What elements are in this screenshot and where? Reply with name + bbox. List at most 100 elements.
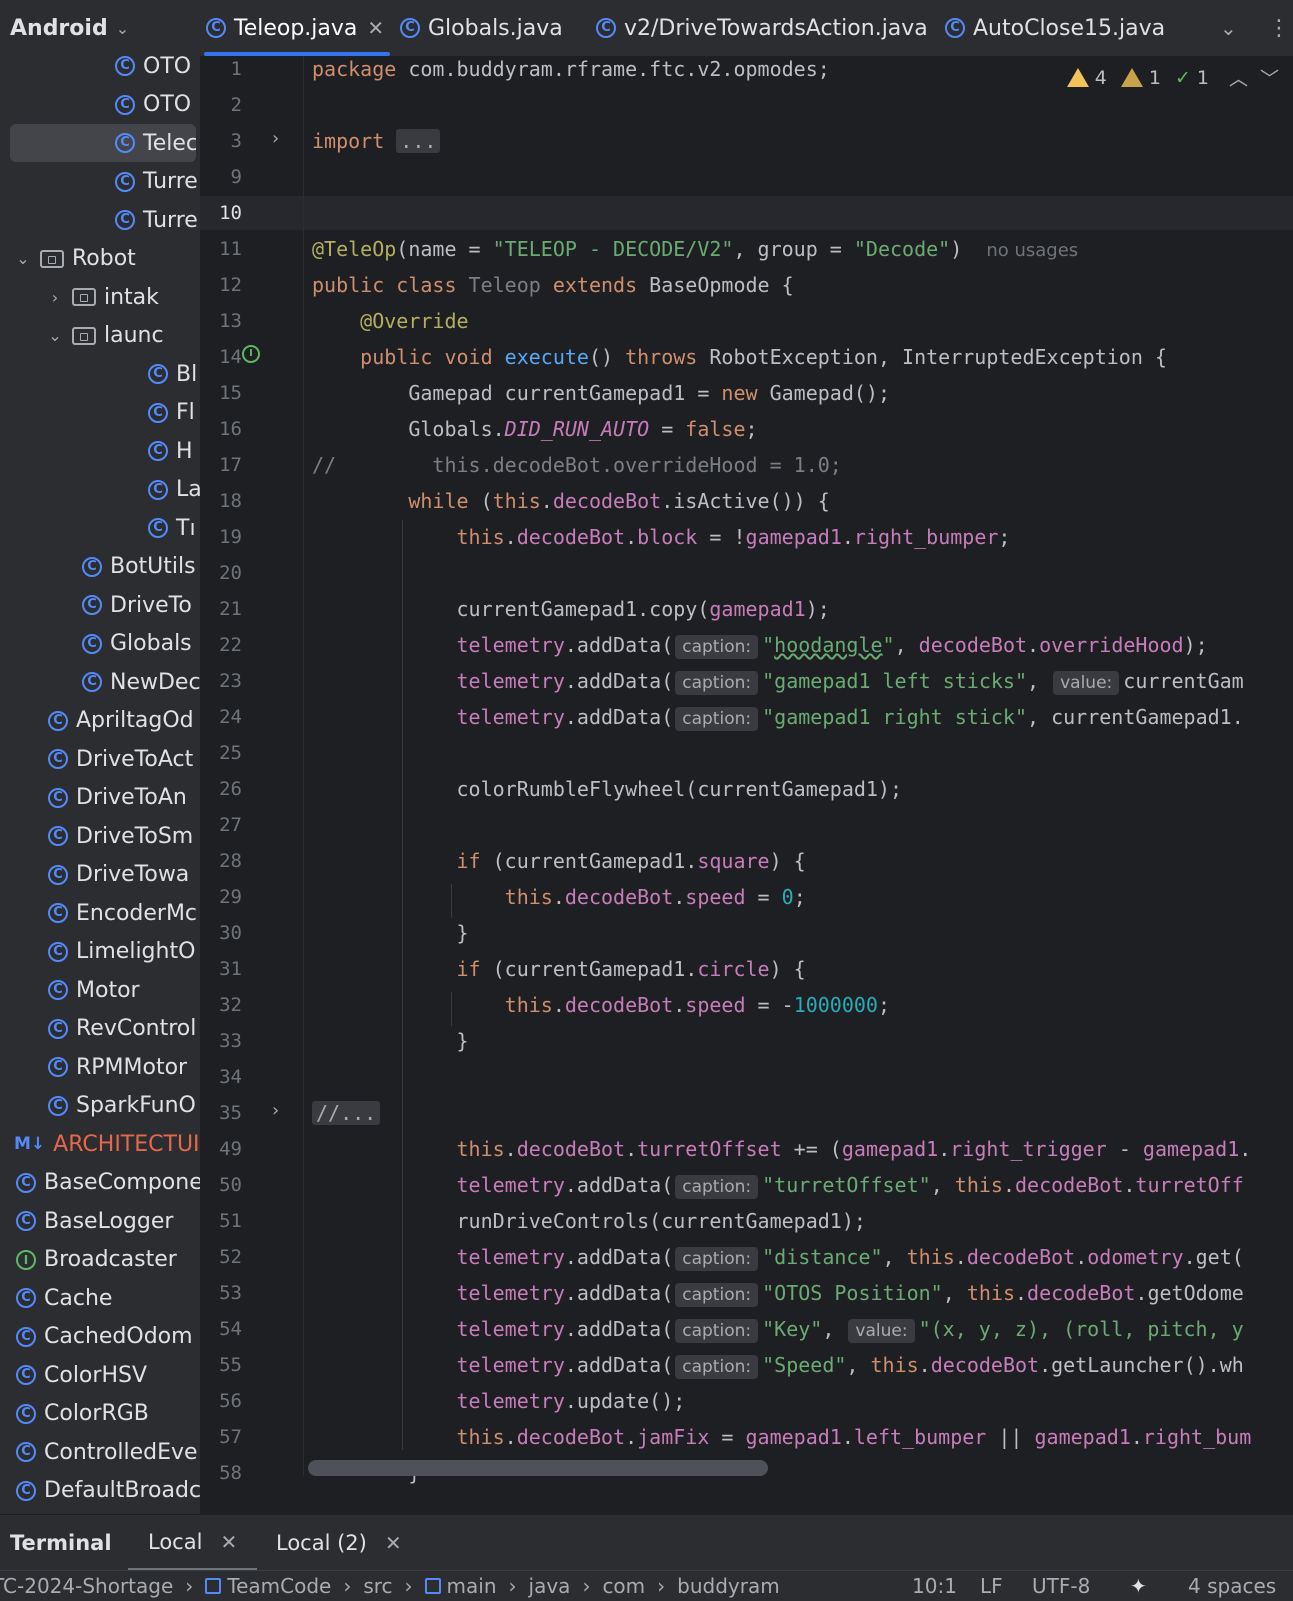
tree-item[interactable]: C EncoderMc: [0, 894, 200, 932]
line-number[interactable]: 27: [200, 814, 242, 836]
fold-expand-icon[interactable]: ›: [272, 128, 279, 149]
tree-item[interactable]: M↓ ARCHITECTUI: [0, 1125, 200, 1163]
horizontal-scrollbar[interactable]: [308, 1460, 768, 1476]
breadcrumb-item[interactable]: java: [529, 1574, 571, 1598]
previous-highlight-icon[interactable]: ︿: [1229, 64, 1248, 91]
tree-item[interactable]: C Cache: [0, 1279, 200, 1317]
no-usages-hint[interactable]: no usages: [986, 240, 1078, 261]
tree-item[interactable]: C ApriltagOd: [0, 702, 200, 740]
line-number[interactable]: 3: [200, 130, 242, 152]
line-number[interactable]: 24: [200, 706, 242, 728]
collapse-arrow-icon[interactable]: ⌄: [14, 249, 32, 268]
tree-item[interactable]: C Bl: [0, 355, 200, 393]
line-number[interactable]: 10: [200, 202, 242, 224]
folded-imports[interactable]: ...: [396, 129, 441, 153]
line-number[interactable]: 52: [200, 1246, 242, 1268]
collapse-arrow-icon[interactable]: ⌄: [46, 326, 64, 345]
line-number[interactable]: 9: [200, 166, 242, 188]
line-number[interactable]: 17: [200, 454, 242, 476]
line-number[interactable]: 33: [200, 1030, 242, 1052]
tab-teleop-java[interactable]: C Teleop.java ✕: [206, 0, 384, 56]
line-number[interactable]: 32: [200, 994, 242, 1016]
tree-item[interactable]: C BaseLogger: [0, 1202, 200, 1240]
tree-item[interactable]: C DriveToAct: [0, 740, 200, 778]
line-number[interactable]: 55: [200, 1354, 242, 1376]
tree-item[interactable]: C CachedOdom: [0, 1318, 200, 1356]
tree-item[interactable]: I Broadcaster: [0, 1241, 200, 1279]
expand-arrow-icon[interactable]: ›: [46, 288, 64, 307]
indent-setting[interactable]: 4 spaces: [1188, 1571, 1276, 1601]
tab-drive-towards-action-java[interactable]: C v2/DriveTowardsAction.java: [596, 0, 928, 56]
tree-item[interactable]: C ColorRGB: [0, 1395, 200, 1433]
line-separator[interactable]: LF: [980, 1571, 1003, 1601]
line-number[interactable]: 15: [200, 382, 242, 404]
line-number[interactable]: 58: [200, 1462, 242, 1484]
tree-item[interactable]: C ControlledEve: [0, 1433, 200, 1471]
ai-assistant-icon[interactable]: ✦: [1130, 1571, 1147, 1601]
line-number[interactable]: 28: [200, 850, 242, 872]
terminal-tab-local-2[interactable]: Local (2) ✕: [276, 1515, 402, 1571]
tree-item[interactable]: C RevControl: [0, 1010, 200, 1048]
tree-item[interactable]: C Fl: [0, 394, 200, 432]
tree-item[interactable]: C Tı: [0, 509, 200, 547]
line-number[interactable]: 49: [200, 1138, 242, 1160]
line-number[interactable]: 21: [200, 598, 242, 620]
tree-item[interactable]: C BaseCompone: [0, 1164, 200, 1202]
more-options-icon[interactable]: ⋮: [1268, 0, 1290, 56]
tree-item[interactable]: C DriveToSm: [0, 817, 200, 855]
line-number[interactable]: 53: [200, 1282, 242, 1304]
close-icon[interactable]: ✕: [220, 1530, 237, 1554]
inspection-widget[interactable]: 4 1 ✓ 1 ︿ ﹀: [1066, 64, 1279, 91]
breadcrumb-item[interactable]: TeamCode: [227, 1574, 331, 1598]
line-number[interactable]: 13: [200, 310, 242, 332]
line-number[interactable]: 51: [200, 1210, 242, 1232]
line-number[interactable]: 54: [200, 1318, 242, 1340]
line-number[interactable]: 1: [200, 58, 242, 80]
tree-item[interactable]: C RPMMotor: [0, 1048, 200, 1086]
breadcrumb-item[interactable]: src: [363, 1574, 392, 1598]
breadcrumb-item[interactable]: com: [602, 1574, 645, 1598]
line-number[interactable]: 30: [200, 922, 242, 944]
line-number[interactable]: 2: [200, 94, 242, 116]
tree-item[interactable]: C ColorHSV: [0, 1356, 200, 1394]
next-highlight-icon[interactable]: ﹀: [1260, 64, 1279, 91]
line-number[interactable]: 29: [200, 886, 242, 908]
tree-item[interactable]: C SparkFunO: [0, 1087, 200, 1125]
line-number[interactable]: 50: [200, 1174, 242, 1196]
line-number[interactable]: 56: [200, 1390, 242, 1412]
breadcrumb-item[interactable]: buddyram: [677, 1574, 780, 1598]
implements-method-icon[interactable]: I: [242, 345, 260, 363]
tree-item[interactable]: C Motor: [0, 971, 200, 1009]
line-number[interactable]: 11: [200, 238, 242, 260]
line-number[interactable]: 14: [200, 346, 242, 368]
file-encoding[interactable]: UTF-8: [1032, 1571, 1090, 1601]
folded-comment[interactable]: //...: [312, 1101, 381, 1125]
tree-item[interactable]: C Turre: [0, 163, 200, 201]
tab-list-chevron-icon[interactable]: ⌄: [1220, 0, 1237, 56]
tab-globals-java[interactable]: C Globals.java: [400, 0, 563, 56]
close-icon[interactable]: ✕: [385, 1531, 402, 1555]
line-number[interactable]: 25: [200, 742, 242, 764]
caret-position[interactable]: 10:1: [912, 1571, 957, 1601]
tree-item[interactable]: C Globals: [0, 625, 200, 663]
tree-item[interactable]: C BotUtils: [0, 548, 200, 586]
tree-item[interactable]: ⌄ Robot: [0, 240, 200, 278]
tree-item[interactable]: C Telec: [10, 124, 196, 162]
breadcrumb-item[interactable]: TC-2024-Shortage: [0, 1574, 173, 1598]
line-number[interactable]: 35: [200, 1102, 242, 1124]
line-number[interactable]: 26: [200, 778, 242, 800]
tree-item[interactable]: C OTO: [0, 86, 200, 124]
tree-item[interactable]: C LimelightO: [0, 933, 200, 971]
line-number[interactable]: 31: [200, 958, 242, 980]
terminal-tab-local[interactable]: Local ✕: [128, 1515, 258, 1571]
tree-item[interactable]: C DriveTowa: [0, 856, 200, 894]
tree-item[interactable]: C La: [0, 471, 200, 509]
line-number[interactable]: 19: [200, 526, 242, 548]
line-number[interactable]: 18: [200, 490, 242, 512]
tree-item[interactable]: C DefaultBroadc: [0, 1472, 200, 1510]
line-number[interactable]: 22: [200, 634, 242, 656]
fold-expand-icon[interactable]: ›: [272, 1100, 279, 1121]
tab-autoclose15-java[interactable]: C AutoClose15.java: [945, 0, 1165, 56]
breadcrumb-item[interactable]: main: [447, 1574, 497, 1598]
tree-item[interactable]: C OTO: [0, 47, 200, 85]
